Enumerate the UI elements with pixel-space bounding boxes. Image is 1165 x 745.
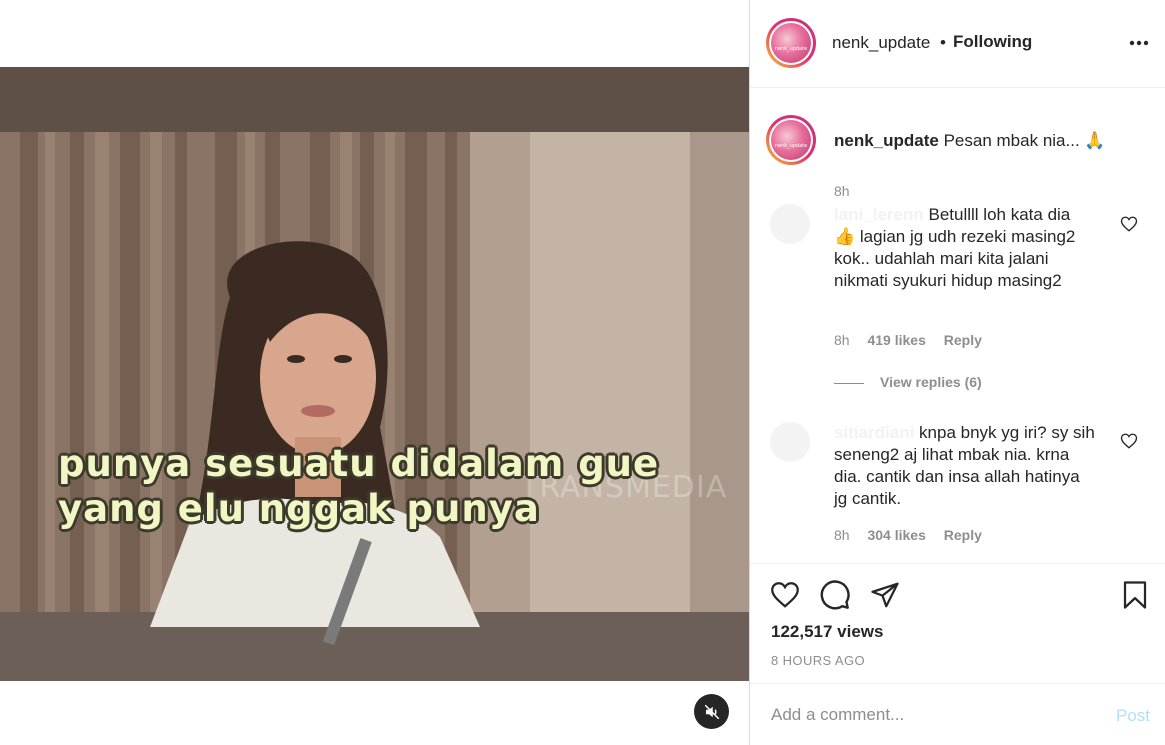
post-header: nenk_update nenk_update • Following xyxy=(750,0,1165,88)
comment-time[interactable]: 8h xyxy=(834,527,850,543)
comment-composer: Post xyxy=(750,683,1165,745)
media-pane: TRANSMEDIA punya sesuatu didalam gue yan… xyxy=(0,0,749,745)
commenter-avatar[interactable] xyxy=(770,422,810,462)
like-button[interactable] xyxy=(768,578,802,612)
avatar-label: nenk_update xyxy=(774,142,808,149)
comments-section[interactable]: nenk_update nenk_update Pesan mbak nia..… xyxy=(750,89,1165,563)
view-replies-label: View replies (6) xyxy=(880,374,982,390)
comment-button[interactable] xyxy=(818,578,852,612)
avatar-label: nenk_update xyxy=(774,45,808,52)
caption-body: Pesan mbak nia... 🙏 xyxy=(943,131,1106,150)
view-replies-line xyxy=(834,382,864,384)
video-caption-line-1: punya sesuatu didalam gue xyxy=(58,442,660,485)
view-count: 122,517 views xyxy=(771,622,884,641)
mute-icon xyxy=(704,704,719,719)
save-button[interactable] xyxy=(1118,578,1152,612)
video-caption-line-2: yang elu nggak punya xyxy=(58,487,540,530)
comment-likes[interactable]: 419 likes xyxy=(867,332,925,348)
more-icon xyxy=(1129,40,1149,46)
commenter-username[interactable]: lani_lerenn xyxy=(834,205,924,224)
small-heart-icon[interactable] xyxy=(1120,215,1138,233)
commenter-avatar[interactable] xyxy=(770,204,810,244)
view-replies-button[interactable]: View replies (6) xyxy=(834,374,982,390)
following-button[interactable]: Following xyxy=(953,32,1032,52)
header-separator: • xyxy=(940,33,946,52)
reply-button[interactable]: Reply xyxy=(944,332,982,348)
share-icon xyxy=(871,582,899,608)
comment-input[interactable] xyxy=(771,702,1091,728)
share-button[interactable] xyxy=(868,578,902,612)
author-avatar[interactable]: nenk_update xyxy=(766,18,816,68)
small-heart-icon[interactable] xyxy=(1120,432,1138,450)
caption-username[interactable]: nenk_update xyxy=(834,131,939,150)
author-username[interactable]: nenk_update xyxy=(832,33,930,53)
post-actions: 122,517 views 8 HOURS AGO xyxy=(750,563,1165,683)
caption-author-avatar[interactable]: nenk_update xyxy=(766,115,816,165)
instagram-post-view: TRANSMEDIA punya sesuatu didalam gue yan… xyxy=(0,0,1165,745)
comment-meta: 8h 419 likes Reply xyxy=(834,332,982,348)
comment-text-block: lani_lerenn Betullll loh kata dia 👍 lagi… xyxy=(834,204,1096,292)
caption-text-block: nenk_update Pesan mbak nia... 🙏 xyxy=(834,130,1154,152)
comment-likes[interactable]: 304 likes xyxy=(867,527,925,543)
post-timestamp[interactable]: 8 HOURS AGO xyxy=(771,653,865,668)
heart-icon xyxy=(771,582,799,608)
comment-text-block: sitiardiani knpa bnyk yg iri? sy sih sen… xyxy=(834,422,1096,510)
more-options-button[interactable] xyxy=(1128,33,1150,53)
post-comment-button[interactable]: Post xyxy=(1116,706,1150,726)
comment-icon xyxy=(820,580,850,610)
caption-time[interactable]: 8h xyxy=(834,183,850,199)
mute-button[interactable] xyxy=(694,694,729,729)
video-frame xyxy=(0,67,749,681)
video-player[interactable]: TRANSMEDIA punya sesuatu didalam gue yan… xyxy=(0,67,749,681)
reply-button[interactable]: Reply xyxy=(944,527,982,543)
commenter-username[interactable]: sitiardiani xyxy=(834,423,914,442)
comment-time[interactable]: 8h xyxy=(834,332,850,348)
post-side-panel: nenk_update nenk_update • Following nenk… xyxy=(749,0,1165,745)
bookmark-icon xyxy=(1123,581,1147,609)
comment-meta: 8h 304 likes Reply xyxy=(834,527,982,543)
